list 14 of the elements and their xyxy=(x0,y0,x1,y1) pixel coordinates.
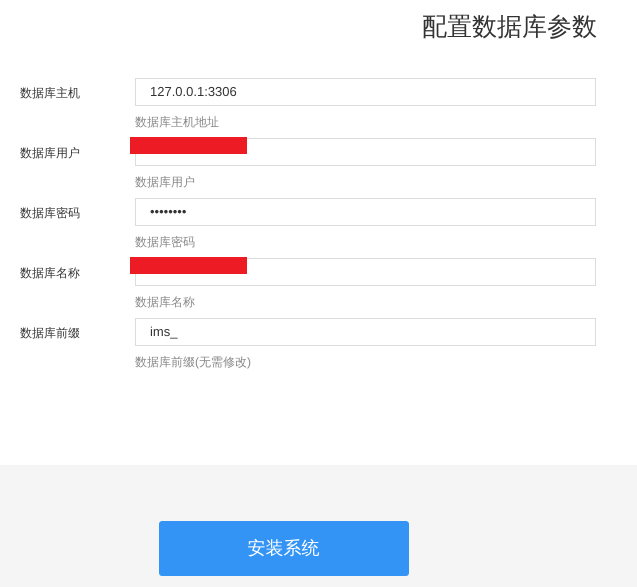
input-field[interactable]: ims_ xyxy=(135,318,596,346)
field-hint: 数据库密码 xyxy=(135,234,196,250)
page-title: 配置数据库参数 xyxy=(422,12,597,43)
field-hint: 数据库主机地址 xyxy=(135,114,220,130)
field-label: 数据库名称 xyxy=(19,265,81,282)
field-hint: 数据库用户 xyxy=(135,174,196,190)
field-hint: 数据库前缀(无需修改) xyxy=(135,354,252,370)
input-field[interactable]: 127.0.0.1:3306 xyxy=(135,78,596,106)
field-label: 数据库前缀 xyxy=(19,325,81,342)
input-field[interactable]: •••••••• xyxy=(135,198,596,226)
field-label: 数据库密码 xyxy=(19,205,81,222)
field-label: 数据库用户 xyxy=(19,145,81,162)
field-label: 数据库主机 xyxy=(19,85,81,102)
field-hint: 数据库名称 xyxy=(135,294,196,310)
